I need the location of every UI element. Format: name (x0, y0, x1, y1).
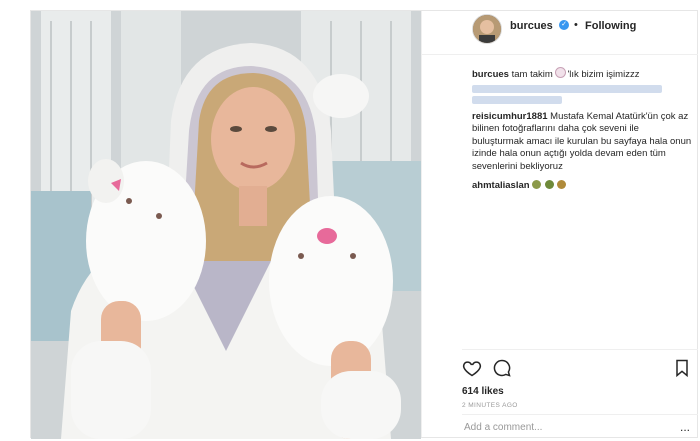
avatar[interactable] (472, 14, 502, 44)
comment-username[interactable]: ahmtaliaslan (472, 180, 530, 191)
heart-like-icon[interactable] (462, 358, 482, 378)
header-separator: • (574, 19, 578, 31)
verified-badge-icon: ✓ (559, 20, 569, 30)
caption-username[interactable]: burcues (472, 69, 509, 80)
add-comment-input[interactable] (462, 419, 656, 435)
caption-text-before: tam takim (511, 69, 553, 80)
post-author-username[interactable]: burcues (510, 20, 553, 32)
post-header: burcues ✓ • Following (422, 11, 698, 55)
blurred-text-line (472, 95, 562, 104)
blurred-text-line (472, 84, 662, 93)
post-photo[interactable] (31, 11, 421, 439)
instagram-post: burcues ✓ • Following burcues tam takim … (30, 10, 698, 439)
post-sidebar: burcues ✓ • Following burcues tam takim … (421, 11, 698, 437)
face-emoji-icon (557, 180, 567, 189)
face-emoji-icon (532, 180, 542, 189)
comment-username[interactable]: reisicumhur1881 (472, 111, 548, 122)
caption: burcues tam takim 'lık bizim işimizzz (472, 67, 692, 104)
avatar-image (473, 15, 501, 43)
bunny-emoji-icon (555, 67, 567, 78)
comment-bubble-icon[interactable] (492, 358, 512, 378)
add-comment-bar: ... (462, 414, 698, 437)
post-timestamp: 2 MINUTES AGO (462, 402, 518, 409)
face-emoji-icon (544, 180, 554, 189)
bookmark-icon[interactable] (672, 358, 692, 378)
photo-illustration (31, 11, 421, 439)
following-button[interactable]: Following (585, 20, 636, 32)
comments-section: burcues tam takim 'lık bizim işimizzz re… (472, 67, 692, 200)
likes-count[interactable]: 614 likes (462, 386, 504, 397)
comment-item: reisicumhur1881 Mustafa Kemal Atatürk'ün… (472, 111, 692, 174)
caption-text-after: 'lık bizim işimizzz (567, 69, 640, 80)
more-options-button[interactable]: ... (680, 420, 690, 434)
comment-item: ahmtaliaslan (472, 180, 692, 193)
